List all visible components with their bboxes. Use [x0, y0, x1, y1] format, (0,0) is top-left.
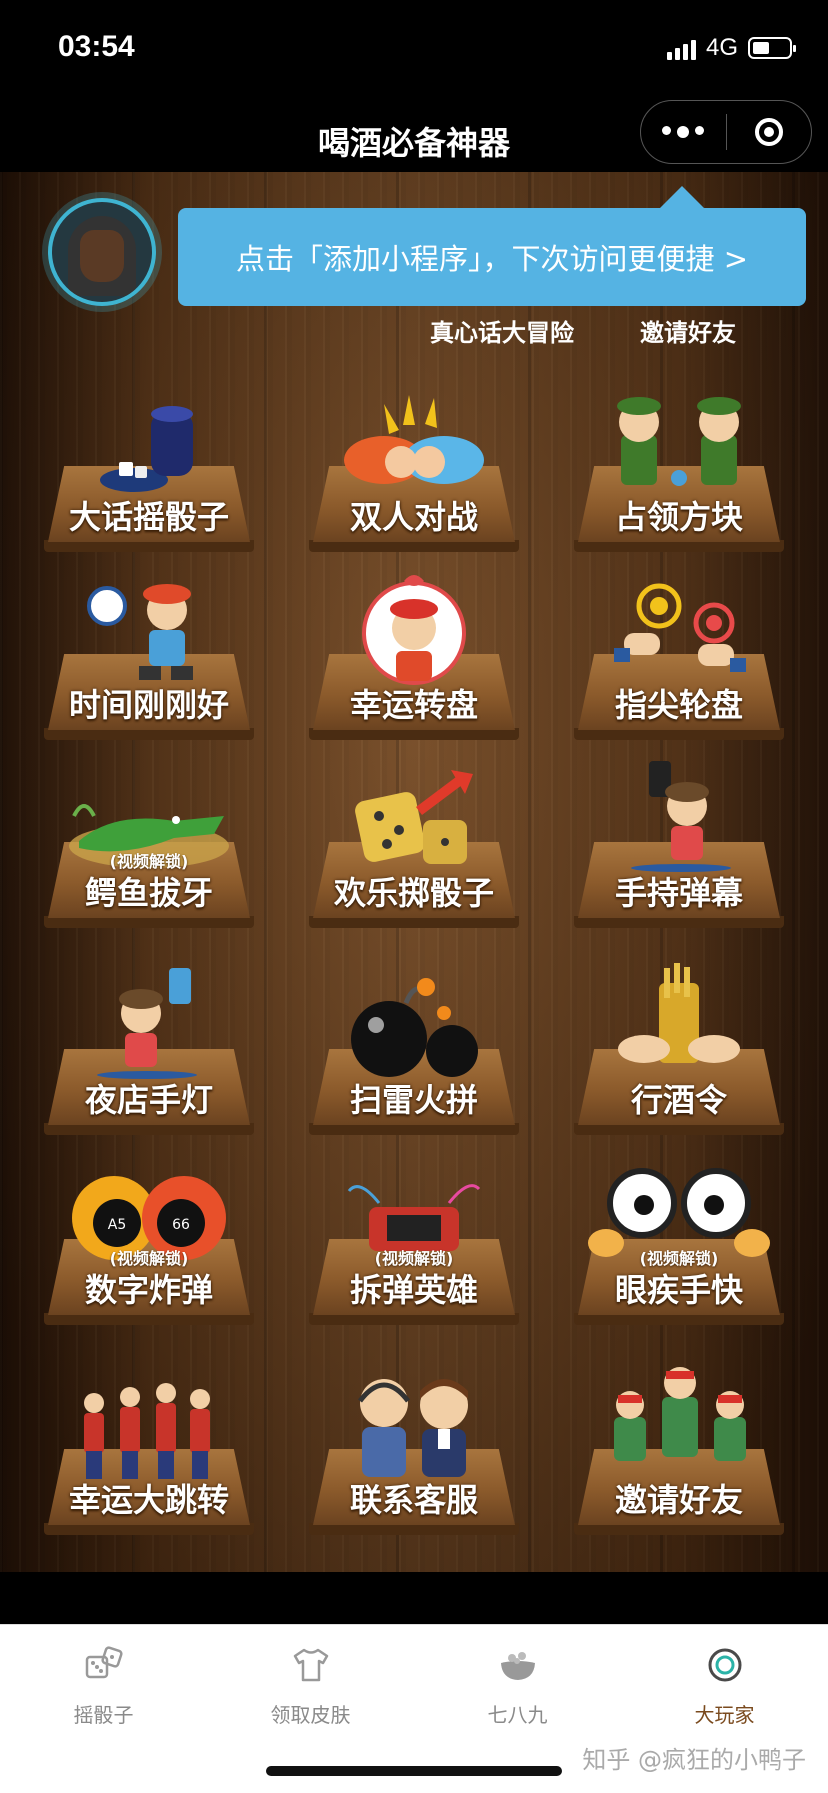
home-indicator[interactable]	[266, 1766, 562, 1776]
phone-barrage-icon	[564, 756, 794, 876]
fingertip-wheel-icon	[564, 568, 794, 688]
tab-dice[interactable]: 摇骰子	[0, 1645, 207, 1728]
game-tile[interactable]: A5 66 (视频解锁) 数字炸弹	[34, 1153, 264, 1333]
network-type: 4G	[705, 34, 738, 61]
game-tile[interactable]: (视频解锁) 拆弹英雄	[299, 1153, 529, 1333]
game-label: 联系客服	[349, 1481, 478, 1519]
game-label: 幸运大跳转	[68, 1481, 229, 1519]
zhihu-watermark: 知乎 @疯狂的小鸭子	[582, 1746, 806, 1774]
game-tile[interactable]: 手持弹幕	[564, 756, 794, 936]
party-icon	[34, 1363, 264, 1483]
game-tile[interactable]: 大话摇骰子	[34, 380, 264, 560]
svg-text:A5: A5	[108, 1217, 126, 1233]
game-tile[interactable]: (视频解锁) 鳄鱼拔牙	[34, 756, 264, 936]
bomb-icon	[299, 963, 529, 1083]
close-miniprogram-icon[interactable]	[727, 118, 812, 146]
game-label: 行酒令	[630, 1081, 727, 1119]
tab-789[interactable]: 七八九	[414, 1645, 621, 1728]
invite-friends-link[interactable]: 邀请好友	[640, 313, 736, 348]
customer-service-icon	[299, 1363, 529, 1483]
game-label: 数字炸弹	[84, 1271, 213, 1309]
tab-skins[interactable]: 领取皮肤	[207, 1645, 414, 1728]
game-tile[interactable]: (视频解锁) 眼疾手快	[564, 1153, 794, 1333]
game-label: 手持弹幕	[614, 874, 743, 912]
game-label: 夜店手灯	[84, 1081, 213, 1119]
ring-icon	[708, 1648, 741, 1682]
game-label: 占领方块	[614, 498, 743, 536]
nav-bar: 喝酒必备神器	[0, 100, 828, 180]
alarm-clock-icon	[34, 568, 264, 688]
game-label: 鳄鱼拔牙	[84, 874, 213, 912]
game-label: 指尖轮盘	[614, 686, 743, 724]
tab-big-player[interactable]: 大玩家	[621, 1645, 828, 1728]
game-label: 拆弹英雄	[349, 1271, 478, 1309]
status-time: 03:54	[58, 30, 135, 63]
phone-light-icon	[34, 963, 264, 1083]
game-tile[interactable]: 占领方块	[564, 380, 794, 560]
soldiers-icon	[564, 380, 794, 500]
game-tile[interactable]: 幸运转盘	[299, 568, 529, 748]
dice-icon	[299, 756, 529, 876]
game-tile[interactable]: 幸运大跳转	[34, 1363, 264, 1543]
game-tile[interactable]: 夜店手灯	[34, 963, 264, 1143]
dice-cup-icon	[34, 380, 264, 500]
tab-label: 七八九	[487, 1703, 548, 1727]
game-label: 扫雷火拼	[349, 1081, 478, 1119]
game-tile[interactable]: 扫雷火拼	[299, 963, 529, 1143]
fist-bump-icon	[299, 380, 529, 500]
lucky-wheel-icon	[299, 568, 529, 688]
avatar[interactable]	[48, 198, 156, 306]
svg-text:66: 66	[172, 1217, 190, 1233]
tab-label: 摇骰子	[73, 1703, 134, 1727]
game-label: 邀请好友	[614, 1481, 743, 1519]
signal-icon	[666, 36, 696, 60]
miniprogram-capsule	[640, 100, 812, 164]
game-tile[interactable]: 时间刚刚好	[34, 568, 264, 748]
tab-label: 领取皮肤	[270, 1703, 351, 1727]
battery-icon	[748, 37, 796, 59]
game-label: 欢乐掷骰子	[333, 874, 494, 912]
game-tile[interactable]: 指尖轮盘	[564, 568, 794, 748]
status-bar: 03:54 4G	[0, 0, 828, 100]
game-tile[interactable]: 行酒令	[564, 963, 794, 1143]
game-tile[interactable]: 联系客服	[299, 1363, 529, 1543]
tshirt-icon	[293, 1648, 328, 1682]
game-tile[interactable]: 邀请好友	[564, 1363, 794, 1543]
status-right: 4G	[666, 34, 796, 62]
game-label: 双人对战	[349, 498, 478, 536]
game-tile[interactable]: 欢乐掷骰子	[299, 756, 529, 936]
tab-label: 大玩家	[694, 1703, 755, 1727]
game-tile[interactable]: 双人对战	[299, 380, 529, 560]
add-miniprogram-tip[interactable]: 点击「添加小程序」，下次访问更便捷 >	[178, 186, 806, 306]
truth-or-dare-link[interactable]: 真心话大冒险	[430, 313, 574, 348]
bowl-icon	[500, 1652, 535, 1680]
game-label: 幸运转盘	[349, 686, 478, 724]
more-icon[interactable]	[641, 126, 726, 138]
tip-text: 点击「添加小程序」，下次访问更便捷 >	[235, 242, 749, 276]
game-label: 眼疾手快	[614, 1271, 743, 1309]
game-label: 大话摇骰子	[68, 498, 229, 536]
game-label: 时间刚刚好	[68, 686, 229, 724]
dice-icon	[85, 1646, 123, 1679]
drinking-sticks-icon	[564, 963, 794, 1083]
dancers-icon	[564, 1363, 794, 1483]
